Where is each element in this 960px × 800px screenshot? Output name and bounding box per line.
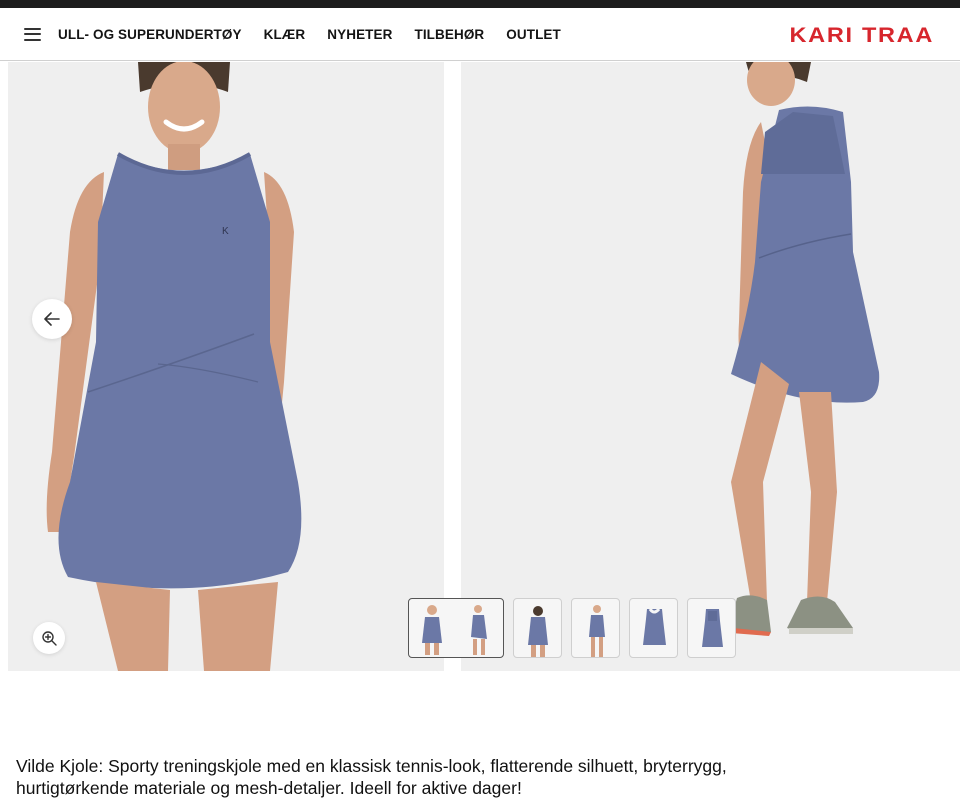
- product-image-front[interactable]: K: [8, 62, 444, 671]
- svg-text:K: K: [222, 226, 229, 237]
- product-image-back[interactable]: [461, 62, 960, 671]
- nav-item-outlet[interactable]: OUTLET: [506, 27, 561, 42]
- thumbnail[interactable]: [629, 598, 678, 658]
- thumbnail[interactable]: [513, 598, 562, 658]
- main-nav: ULL- OG SUPERUNDERTØY KLÆR NYHETER TILBE…: [58, 27, 583, 42]
- thumbnail-strip: [408, 598, 745, 658]
- thumbnail-selected[interactable]: [408, 598, 504, 658]
- nav-item-news[interactable]: NYHETER: [327, 27, 392, 42]
- product-gallery: K: [0, 62, 960, 672]
- brand-logo[interactable]: KARI TRAA: [790, 24, 934, 48]
- hamburger-menu-icon[interactable]: [24, 27, 41, 41]
- nav-item-accessories[interactable]: TILBEHØR: [414, 27, 484, 42]
- site-header: ULL- OG SUPERUNDERTØY KLÆR NYHETER TILBE…: [0, 8, 960, 61]
- thumbnail[interactable]: [687, 598, 736, 658]
- nav-item-clothing[interactable]: KLÆR: [264, 27, 306, 42]
- model-front-illustration: K: [46, 62, 302, 671]
- zoom-in-icon[interactable]: [33, 622, 65, 654]
- arrow-left-icon[interactable]: [32, 299, 72, 339]
- thumbnail[interactable]: [571, 598, 620, 658]
- model-back-illustration: [729, 62, 880, 636]
- nav-item-wool-underwear[interactable]: ULL- OG SUPERUNDERTØY: [58, 27, 242, 42]
- product-description: Vilde Kjole: Sporty treningskjole med en…: [16, 756, 727, 798]
- top-dark-strip: [0, 0, 960, 8]
